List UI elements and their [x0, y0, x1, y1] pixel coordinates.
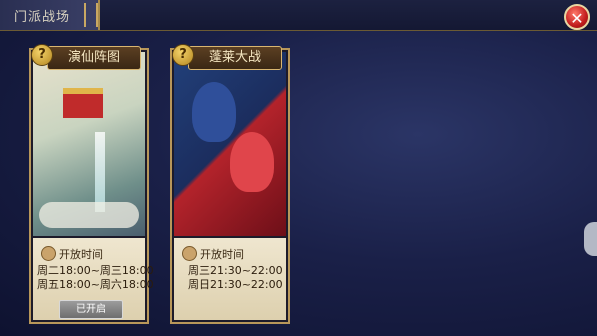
scroll-right-handle[interactable] — [584, 222, 597, 256]
clock-icon — [182, 246, 197, 261]
schedule-line: 周五18:00~周六18:00 — [37, 278, 154, 291]
hero-red-portrait — [230, 132, 274, 192]
page-title: 门派战场 — [14, 10, 71, 25]
schedule-line: 周日21:30~22:00 — [188, 278, 283, 291]
card-art-heroes — [174, 52, 286, 236]
help-icon[interactable]: ? — [172, 44, 194, 66]
hero-blue-portrait — [192, 82, 236, 142]
card-title: 蓬莱大战 — [188, 46, 282, 70]
help-icon[interactable]: ? — [31, 44, 53, 66]
card-title: 演仙阵图 — [47, 46, 141, 70]
card-art-map — [33, 52, 145, 236]
status-button[interactable]: 已开启 — [59, 300, 123, 319]
info-panel: 开放时间 周三21:30~22:00 周日21:30~22:00 — [174, 238, 286, 320]
waterfall-decoration — [95, 132, 105, 212]
clock-icon — [41, 246, 56, 261]
info-panel: 开放时间 周二18:00~周三18:00 周五18:00~周六18:00 已开启 — [33, 238, 154, 320]
title-ornament-icon — [84, 3, 98, 27]
close-button[interactable]: ✕ — [564, 4, 590, 30]
temple-icon — [63, 88, 103, 118]
battlefield-card-yanxian[interactable]: 演仙阵图 ? 开放时间 周二18:00~周三18:00 周五18:00~周六18… — [29, 44, 154, 324]
battlefield-card-penglai[interactable]: 蓬莱大战 ? 开放时间 周三21:30~22:00 周日21:30~22:00 — [170, 44, 290, 324]
title-plate: 门派战场 — [0, 0, 100, 30]
open-time-label: 开放时间 — [200, 248, 244, 261]
open-time-label: 开放时间 — [59, 248, 103, 261]
cloud-decoration — [39, 202, 139, 228]
top-bar: 门派战场 — [0, 0, 597, 31]
